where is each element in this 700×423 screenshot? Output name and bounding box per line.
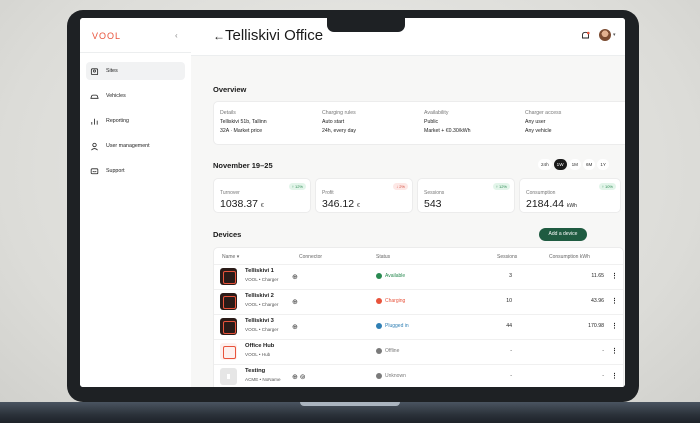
- more-options-icon[interactable]: ⋮: [611, 347, 618, 355]
- app-screen: VOOL ‹ Sites Vehicles Reporting User man…: [80, 18, 625, 387]
- top-bar: ← Telliskivi Office ▾: [191, 18, 625, 56]
- connector-icon: ⊕: [292, 274, 298, 281]
- add-device-button[interactable]: Add a device: [539, 228, 587, 241]
- bar-chart-icon: [91, 118, 98, 125]
- connector-icon: ⊕: [292, 324, 298, 331]
- sidebar-item-label: Reporting: [106, 118, 129, 124]
- sidebar-item-label: Vehicles: [106, 93, 126, 99]
- table-row[interactable]: Office Hub VOOL • Hub Offline - - ⋮: [214, 339, 623, 365]
- chat-icon: [90, 167, 99, 174]
- page-title: Telliskivi Office: [225, 27, 324, 44]
- stat-card-consumption: ↑ 10% Consumption 2184.44 kWh: [519, 178, 621, 213]
- more-options-icon[interactable]: ⋮: [611, 272, 618, 280]
- column-connector: Connector: [299, 254, 323, 260]
- table-header: Name ▾ Connector Status Sessions Consump…: [222, 252, 615, 264]
- status-badge: Offline: [376, 348, 399, 354]
- sidebar-divider: [80, 52, 191, 53]
- sidebar-item-user-management[interactable]: User management: [86, 137, 185, 155]
- range-1w[interactable]: 1W: [553, 159, 567, 170]
- stat-label: Sessions: [424, 190, 445, 196]
- avatar[interactable]: [599, 29, 611, 41]
- sidebar-item-reporting[interactable]: Reporting: [86, 112, 185, 130]
- range-1m[interactable]: 1M: [568, 159, 581, 170]
- sidebar-item-vehicles[interactable]: Vehicles: [86, 87, 185, 105]
- stat-card-profit: ↓ 2% Profit 346.12 €: [315, 178, 413, 213]
- status-badge: Charging: [376, 298, 405, 304]
- stat-value: 346.12 €: [322, 198, 360, 210]
- laptop-base-lip: [300, 402, 400, 406]
- more-options-icon[interactable]: ⋮: [611, 372, 618, 380]
- sidebar-item-label: Support: [106, 168, 125, 174]
- column-status: Status: [376, 254, 391, 260]
- overview-heading: Overview: [213, 85, 247, 94]
- overview-details: Details Telliskivi 51b, Tallinn 32A · Ma…: [220, 110, 267, 134]
- status-badge: Unknown: [376, 373, 406, 379]
- devices-table: Name ▾ Connector Status Sessions Consump…: [213, 247, 624, 387]
- chevron-down-icon[interactable]: ▾: [613, 32, 616, 38]
- column-sessions: Sessions: [497, 254, 518, 260]
- table-row[interactable]: Telliskivi 3 VOOL • Charger ⊕ Plugged in…: [214, 314, 623, 340]
- range-24h[interactable]: 24h: [538, 159, 552, 170]
- trend-badge: ↑ 10%: [598, 183, 616, 190]
- more-options-icon[interactable]: ⋮: [611, 297, 618, 305]
- overview-availability: Availability Public Market + €0.30/kWh: [424, 110, 471, 134]
- range-selector: 24h 1W 1M 6M 1Y: [538, 159, 609, 170]
- generic-charger-icon: [220, 368, 237, 385]
- stat-label: Turnover: [220, 190, 240, 196]
- table-row[interactable]: Telliskivi 1 VOOL • Charger ⊕ Available …: [214, 264, 623, 290]
- sidebar-item-sites[interactable]: Sites: [86, 62, 185, 80]
- stat-card-turnover: ↑ 12% Turnover 1038.37 €: [213, 178, 311, 213]
- status-badge: Available: [376, 273, 405, 279]
- sidebar: VOOL ‹ Sites Vehicles Reporting User man…: [80, 18, 192, 387]
- table-row[interactable]: Testing ACME • NoName ⊕ ⊚ Unknown - - ⋮: [214, 364, 623, 387]
- stat-value: 2184.44 kWh: [526, 198, 577, 210]
- trend-badge: ↓ 2%: [393, 183, 408, 190]
- vool-logo[interactable]: VOOL: [92, 31, 121, 41]
- overview-charging-rules: Charging rules Auto start 24h, every day: [322, 110, 357, 134]
- more-options-icon[interactable]: ⋮: [611, 322, 618, 330]
- chevron-left-icon[interactable]: ‹: [175, 31, 178, 40]
- bell-icon[interactable]: [581, 31, 590, 41]
- connector-icon: ⊕ ⊚: [292, 374, 306, 381]
- stat-value: 543: [424, 198, 442, 210]
- range-1y[interactable]: 1Y: [597, 159, 609, 170]
- main-content: ← Telliskivi Office ▾ Overview Details T…: [191, 18, 625, 387]
- stat-card-sessions: ↑ 12% Sessions 543: [417, 178, 515, 213]
- connector-icon: ⊕: [292, 299, 298, 306]
- sidebar-item-support[interactable]: Support: [86, 162, 185, 180]
- overview-charger-access: Charger access Any user Any vehicle: [525, 110, 562, 134]
- range-6m[interactable]: 6M: [582, 159, 596, 170]
- column-consumption: Consumption kWh: [549, 254, 590, 260]
- charger-icon: [220, 268, 237, 285]
- car-icon: [90, 94, 99, 99]
- hub-icon: [220, 343, 237, 360]
- stat-value: 1038.37 €: [220, 198, 264, 210]
- stat-label: Consumption: [526, 190, 556, 196]
- status-badge: Plugged in: [376, 323, 409, 329]
- trend-badge: ↑ 12%: [288, 183, 306, 190]
- stat-label: Profit: [322, 190, 334, 196]
- overview-card: Details Telliskivi 51b, Tallinn 32A · Ma…: [213, 101, 625, 145]
- trend-badge: ↑ 12%: [492, 183, 510, 190]
- charger-icon: [220, 318, 237, 335]
- period-heading: November 19–25: [213, 161, 273, 170]
- sidebar-item-label: Sites: [106, 68, 118, 74]
- table-row[interactable]: Telliskivi 2 VOOL • Charger ⊕ Charging 1…: [214, 289, 623, 315]
- sidebar-item-label: User management: [106, 143, 150, 149]
- camera-notch: [327, 18, 405, 32]
- column-name[interactable]: Name ▾: [222, 254, 239, 260]
- charger-icon: [220, 293, 237, 310]
- devices-heading: Devices: [213, 230, 242, 239]
- back-arrow-icon[interactable]: ←: [213, 29, 225, 43]
- sites-icon: [90, 67, 99, 75]
- user-icon: [91, 142, 98, 150]
